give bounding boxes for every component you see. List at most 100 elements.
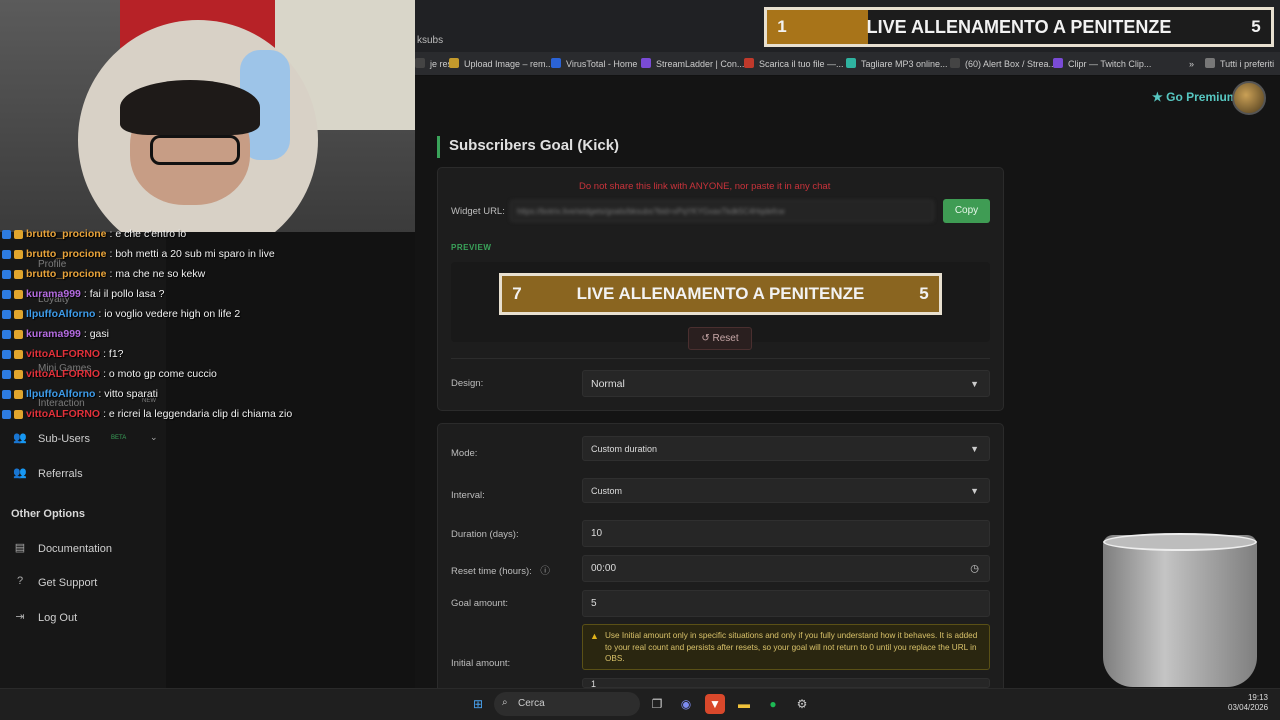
chat-badge-icon — [2, 269, 11, 279]
chat-message: vittoALFORNO: e ricrei la leggendaria cl… — [2, 408, 292, 420]
bookmark-favicon-icon — [449, 58, 459, 68]
chat-message: brutto_procione: boh metti a 20 sub mi s… — [2, 248, 275, 260]
goal-overlay-title: LIVE ALLENAMENTO A PENITENZE — [866, 16, 1172, 37]
chat-message: IlpuffoAlforno: io voglio vedere high on… — [2, 308, 240, 320]
chat-badge-icon — [14, 409, 23, 419]
chat-username: brutto_procione — [26, 268, 107, 280]
chat-username: brutto_procione — [26, 248, 107, 260]
bookmark-favicon-icon — [744, 58, 754, 68]
chat-badge-icon — [14, 289, 23, 299]
chat-badge-icon — [14, 389, 23, 399]
bookmark-item[interactable]: Tagliare MP3 online... — [846, 58, 948, 69]
bookmark-item[interactable]: Upload Image – rem... — [449, 58, 553, 69]
clock-icon[interactable]: ◷ — [970, 563, 979, 574]
copy-button[interactable]: Copy — [943, 199, 990, 223]
chat-text: : e ricrei la leggendaria clip di chiama… — [103, 408, 293, 420]
page-title: Subscribers Goal (Kick) — [437, 136, 619, 158]
duration-value: 10 — [591, 528, 603, 539]
referrals-icon: 👥 — [13, 467, 27, 479]
interval-select[interactable]: Custom ▼ — [582, 478, 990, 503]
reset-time-label-text: Reset time (hours): — [451, 566, 532, 577]
divider — [451, 358, 990, 359]
bookmark-favicon-icon — [846, 58, 856, 68]
chat-badge-icon — [14, 349, 23, 359]
goal-amount-label: Goal amount: — [451, 598, 509, 609]
webcam-hair — [120, 80, 260, 135]
avatar[interactable] — [1232, 81, 1266, 115]
mode-value: Custom duration — [591, 443, 658, 454]
reset-button[interactable]: ↺ Reset — [688, 327, 752, 350]
discord-icon[interactable]: ◉ — [676, 694, 696, 714]
chat-badge-icon — [2, 249, 11, 259]
bookmark-item[interactable]: » — [1174, 58, 1194, 69]
chat-username: vittoALFORNO — [26, 348, 101, 360]
go-premium-label: Go Premium — [1166, 90, 1238, 104]
duration-label: Duration (days): — [451, 529, 519, 540]
bookmark-favicon-icon — [641, 58, 651, 68]
design-select[interactable]: Normal ▼ — [582, 370, 990, 397]
bookmark-favicon-icon — [1174, 58, 1184, 68]
chat-text: : fai il pollo lasa ? — [83, 288, 165, 300]
bookmark-favicon-icon — [950, 58, 960, 68]
initial-amount-label: Initial amount: — [451, 658, 511, 669]
chat-text: : boh metti a 20 sub mi sparo in live — [109, 248, 275, 260]
bookmark-item[interactable]: VirusTotal - Home — [551, 58, 637, 69]
widget-url-field[interactable]: https://botrix.live/widgets/goals/bksubs… — [510, 200, 934, 222]
referrals-label: Referrals — [38, 468, 83, 480]
goal-preview-title: LIVE ALLENAMENTO A PENITENZE — [576, 284, 865, 303]
task-view-icon[interactable]: ❐ — [647, 694, 667, 714]
design-label: Design: — [451, 378, 484, 389]
documentation-label: Documentation — [38, 543, 112, 555]
reset-time-input[interactable]: 00:00 ◷ — [582, 555, 990, 582]
duration-input[interactable]: 10 — [582, 520, 990, 547]
reset-time-label: Reset time (hours): ⓘ — [451, 563, 550, 577]
sub-users-label: Sub-Users — [38, 433, 90, 445]
goal-preview-target: 5 — [919, 284, 929, 303]
brave-icon[interactable]: ▼ — [705, 694, 725, 714]
webcam-glasses — [150, 135, 240, 165]
preview-label: PREVIEW — [451, 243, 492, 252]
mode-select[interactable]: Custom duration ▼ — [582, 436, 990, 461]
chat-username: vittoALFORNO — [26, 368, 101, 380]
taskbar-search[interactable]: Cerca — [494, 692, 640, 716]
chat-text: : e che c'entro io — [109, 228, 187, 240]
bookmark-item[interactable]: StreamLadder | Con... — [641, 58, 744, 69]
sidebar-item-referrals[interactable]: 👥 Referrals — [12, 466, 83, 482]
get-support-label: Get Support — [38, 577, 98, 589]
bookmark-item[interactable]: Scarica il tuo file —... — [744, 58, 844, 69]
chat-text: : f1? — [103, 348, 124, 360]
glass-rim — [1103, 533, 1257, 551]
chevron-down-icon[interactable]: ⌄ — [150, 432, 158, 443]
initial-amount-input[interactable]: 1 — [582, 678, 990, 688]
chat-message: kurama999: gasi — [2, 328, 109, 340]
chat-badge-icon — [14, 329, 23, 339]
chat-badge-icon — [14, 369, 23, 379]
info-icon[interactable]: ⓘ — [540, 566, 550, 577]
bookmark-item[interactable]: Tutti i preferiti — [1205, 58, 1274, 69]
windows-start-icon[interactable]: ⊞ — [468, 694, 488, 714]
folder-icon[interactable]: ▬ — [734, 694, 754, 714]
chat-badge-icon — [2, 369, 11, 379]
bookmark-label: Tagliare MP3 online... — [861, 59, 948, 69]
warning-icon: ▲ — [590, 631, 599, 641]
chat-username: brutto_procione — [26, 228, 107, 240]
log-out-label: Log Out — [38, 612, 78, 624]
interval-value: Custom — [591, 485, 623, 496]
bookmark-item[interactable]: (60) Alert Box / Strea... — [950, 58, 1056, 69]
sidebar-item-sub-users[interactable]: 👥 Sub-Users — [12, 431, 90, 447]
chat-badge-icon — [2, 349, 11, 359]
settings-gear-icon[interactable]: ⚙ — [792, 694, 812, 714]
go-premium-link[interactable]: ★ Go Premium — [1152, 90, 1237, 104]
goal-amount-input[interactable]: 5 — [582, 590, 990, 617]
spotify-icon[interactable]: ● — [763, 694, 783, 714]
sidebar-item-get-support[interactable]: ? Get Support — [12, 575, 97, 591]
help-icon: ? — [16, 575, 24, 587]
chat-text: : gasi — [83, 328, 109, 340]
sidebar-item-log-out[interactable]: ⇥ Log Out — [12, 610, 77, 626]
sidebar-item-documentation[interactable]: ▤ Documentation — [12, 541, 112, 557]
bookmark-favicon-icon — [1053, 58, 1063, 68]
reset-time-value: 00:00 — [591, 563, 617, 574]
bookmark-item[interactable]: Clipr — Twitch Clip... — [1053, 58, 1151, 69]
other-options-heading: Other Options — [11, 508, 85, 520]
clock-date: 03/04/2026 — [1228, 703, 1269, 712]
